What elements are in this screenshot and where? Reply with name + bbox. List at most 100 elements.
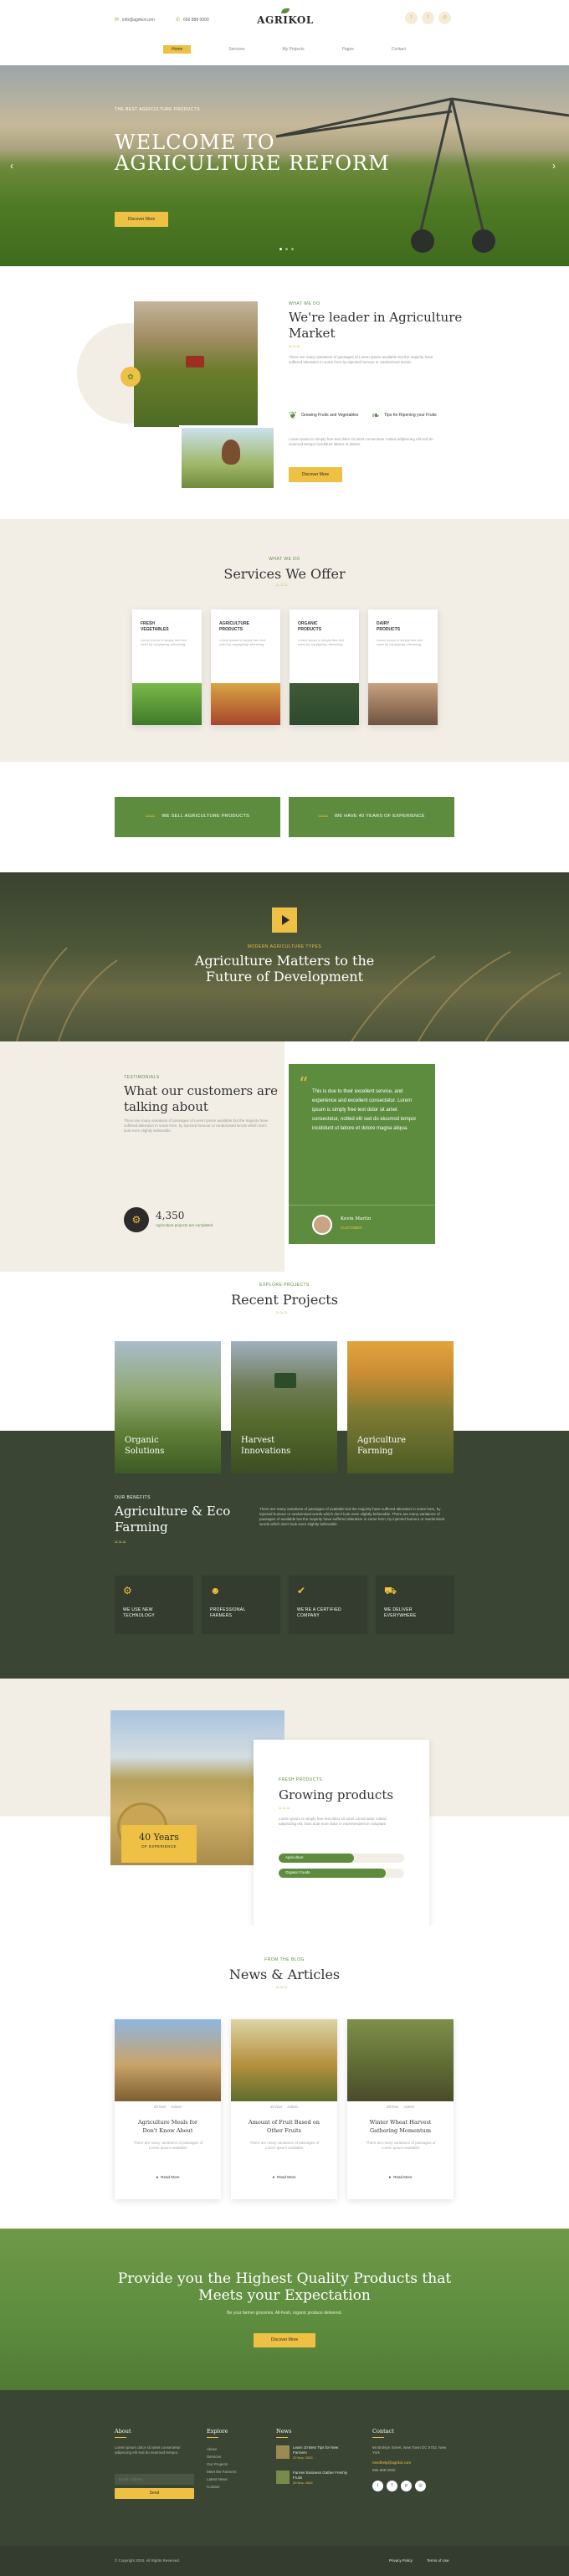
news-title: News & Articles [228,1967,341,1982]
nav-pages[interactable]: Pages [342,47,354,53]
hero-discover-button[interactable]: Discover More [115,212,168,227]
benefit-card[interactable]: ⚙ WE USE NEW TECHNOLOGY [115,1576,193,1634]
about-text: There are many variations of passages of… [289,355,433,365]
service-card[interactable]: ORGANIC PRODUCTS Lorem ipsum is simply f… [290,609,359,725]
projects-count-label: Agriculture projects are completed [156,1223,213,1227]
slider-dot[interactable] [285,248,288,250]
slider-next-icon[interactable]: › [552,159,556,172]
phone-icon: ✆ [176,18,181,23]
nav-services[interactable]: Services [228,47,244,53]
cta-discover-button[interactable]: Discover More [254,2333,315,2347]
footer-news-item[interactable]: Farmer Business Gather Freshly Fruits 20… [276,2471,351,2486]
privacy-link[interactable]: Privacy Policy [389,2558,413,2563]
tractor-icon: ⚙ [124,1207,149,1232]
footer-link[interactable]: Contact [207,2483,237,2491]
footer-underline [207,2437,218,2438]
facebook-icon[interactable]: f [422,12,434,24]
phone-contact[interactable]: ✆ 666 888 0000 [176,17,209,23]
nav-home[interactable]: Home [163,44,192,54]
nav-contact[interactable]: Contact [392,47,406,53]
service-card[interactable]: FRESH VEGETABLES Lorem ipsum is simply f… [132,609,202,725]
tractor-icon: ⚙ [123,1585,132,1597]
service-card[interactable]: DAIRY PRODUCTS Lorem ipsum is simply fre… [368,609,438,725]
about-section: ✿ WHAT WE DO We're leader in Agriculture… [0,266,569,519]
project-card[interactable]: Organic Solutions [115,1341,221,1473]
newsletter-email-input[interactable] [115,2474,194,2485]
slider-dot[interactable] [291,248,294,250]
newsletter-send-button[interactable]: Send [115,2488,194,2499]
footer-phone[interactable]: 666 888 0000 [372,2468,396,2473]
facebook-icon[interactable]: f [387,2481,397,2491]
cta-text: Be your farmer groceries. All-fresh, org… [227,2311,342,2316]
banner-sell-products[interactable]: ≈≈≈ WE SELL AGRICULTURE PRODUCTS [115,797,280,837]
benefit-card[interactable]: ⛟ WE DELIVER EVERYWHERE [376,1576,454,1634]
feature-growing: ❦ Growing Fruits and Vegetables [289,409,359,421]
service-card[interactable]: AGRICULTURE PRODUCTS Lorem ipsum is simp… [211,609,280,725]
wave-divider-icon: ≈≈≈ [115,1540,127,1545]
news-kicker: FROM THE BLOG [264,1957,305,1962]
footer-link[interactable]: About [207,2445,237,2453]
farmer-shape [222,440,240,465]
instagram-icon[interactable]: ◎ [438,12,451,24]
twitter-icon[interactable]: t [372,2481,383,2491]
benefit-cards: ⚙ WE USE NEW TECHNOLOGY ☻ PROFESSIONAL F… [115,1576,454,1634]
project-card[interactable]: Harvest Innovations [231,1341,337,1473]
news-card[interactable]: 20 Nov Admin Agriculture Meals for Don't K… [115,2019,221,2199]
read-more-link[interactable]: ● Read More [115,2175,221,2180]
wave-divider-icon: ≈≈≈ [279,1806,291,1812]
wave-divider-icon: ≈≈≈ [276,1985,289,1991]
news-card[interactable]: 20 Nov Admin Amount of Fruit Based on Othe… [231,2019,337,2199]
projects-title: Recent Projects [231,1292,338,1308]
progress-agriculture: Agriculture [279,1854,404,1863]
banner-experience[interactable]: ≈≈≈ WE HAVE 40 YEARS OF EXPERIENCE [289,797,454,837]
testimonials-section: TESTIMONIALS What our customers are talk… [0,1041,569,1272]
slider-prev-icon[interactable]: ‹ [10,159,13,172]
footer-underline [276,2437,288,2438]
footer-news-item[interactable]: Learn 10 Best Tips for New Farmers 20 No… [276,2445,351,2460]
footer-news-title: News [276,2428,292,2435]
footer-explore-links: About Services Our Projects Meet the Far… [207,2445,237,2491]
vegetables-icon: ❦ [289,409,298,421]
play-video-button[interactable] [272,908,297,933]
read-more-link[interactable]: ● Read More [231,2175,337,2180]
nav-projects[interactable]: My Projects [282,47,304,53]
cta-title: Provide you the Highest Quality Products… [117,2270,452,2304]
email-contact[interactable]: ✉ info@agrikol.com [115,17,155,23]
twitter-icon[interactable]: t [405,12,418,24]
footer-link[interactable]: Latest News [207,2476,237,2483]
footer-about-title: About [115,2428,131,2435]
about-small-image [179,425,276,491]
benefits-kicker: OUR BENEFITS [115,1495,151,1500]
project-card[interactable]: Agriculture Farming [347,1341,454,1473]
banners-section: ≈≈≈ WE SELL AGRICULTURE PRODUCTS ≈≈≈ WE … [0,762,569,872]
social-links: t f ◎ [405,12,451,24]
testimonials-kicker: TESTIMONIALS [124,1075,160,1080]
benefits-text: There are many variations of passages of… [259,1507,445,1527]
footer-about-text: Lorem ipsum dolor sit amet consectetur a… [115,2445,181,2455]
instagram-icon[interactable]: ◎ [415,2481,426,2491]
news-thumb [276,2471,290,2484]
progress-fill: Agriculture [279,1854,354,1863]
service-image [132,683,202,725]
benefit-card[interactable]: ✔ WE'RE A CERTIFIED COMPANY [289,1576,367,1634]
footer-email[interactable]: needhelp@agrikol.com [372,2460,411,2465]
logo[interactable]: AGRIKOL [255,8,315,27]
news-card[interactable]: 20 Nov Admin Winter Wheat Harvest Gatherin… [347,2019,454,2199]
footer-social: t f p ◎ [372,2481,426,2491]
hero-slider: ‹ › THE BEST AGRICULTURE PRODUCTS WELCOM… [0,65,569,266]
terms-link[interactable]: Terms of Use [427,2558,449,2563]
pinterest-icon[interactable]: p [401,2481,412,2491]
slider-dot[interactable] [279,248,282,250]
author-name: Kevin Martin [341,1216,372,1221]
testimonial-quote: This is due to their excellent service, … [312,1089,417,1131]
wave-divider-icon: ≈≈≈ [276,583,289,589]
about-discover-button[interactable]: Discover More [289,467,342,482]
read-more-link[interactable]: ● Read More [347,2175,454,2180]
footer-link[interactable]: Meet the Farmers [207,2468,237,2476]
video-title: Agriculture Matters to the Future of Dev… [194,953,375,985]
benefit-card[interactable]: ☻ PROFESSIONAL FARMERS [202,1576,280,1634]
footer-link[interactable]: Services [207,2453,237,2460]
news-image [231,2019,337,2101]
footer-link[interactable]: Our Projects [207,2460,237,2468]
hero-title: WELCOME TO AGRICULTURE REFORM [115,131,390,175]
